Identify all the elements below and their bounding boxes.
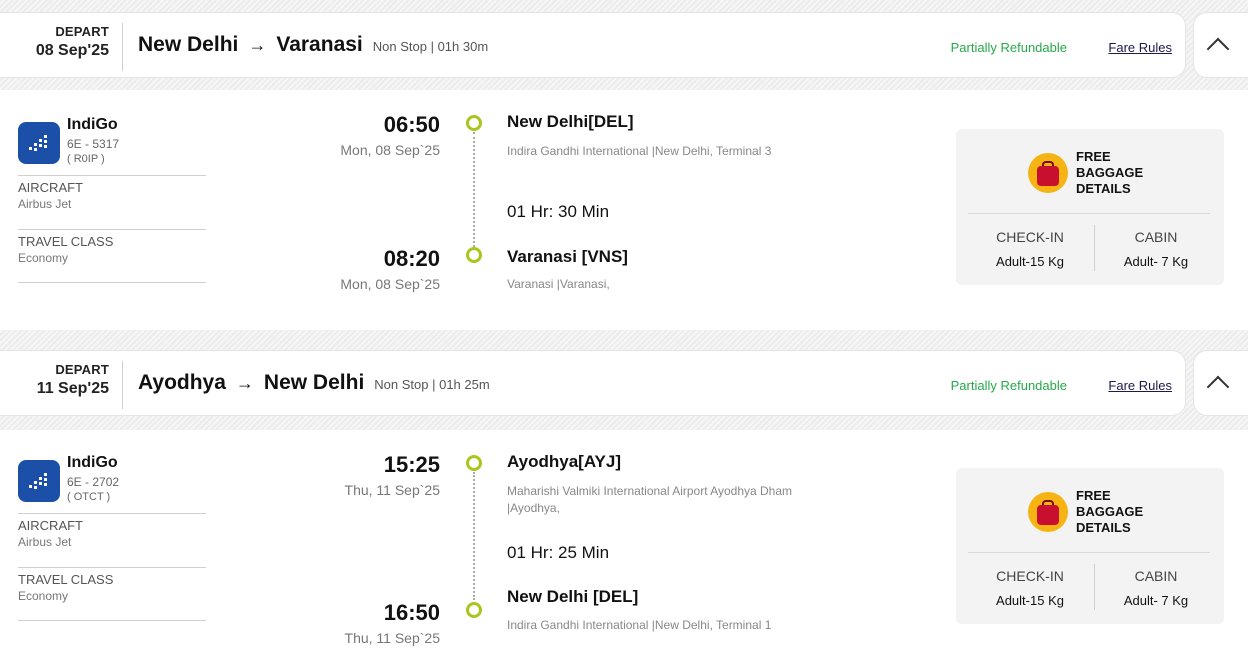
departure-dot-icon bbox=[466, 115, 482, 131]
arrival-airport: Varanasi |Varanasi, bbox=[507, 277, 610, 291]
aircraft-label: AIRCRAFT bbox=[18, 180, 83, 195]
checkin-baggage: CHECK-IN Adult-15 Kg bbox=[970, 568, 1090, 608]
depart-label: DEPART bbox=[55, 24, 109, 39]
departure-time: 06:50 bbox=[383, 112, 440, 137]
aircraft-value: Airbus Jet bbox=[18, 197, 72, 211]
cabin-label: CABIN bbox=[1134, 229, 1178, 245]
travel-class-value: Economy bbox=[18, 251, 69, 265]
refund-status: Partially Refundable bbox=[950, 40, 1067, 55]
route-title: New Delhi → Varanasi Non Stop | 01h 30m bbox=[138, 33, 488, 57]
segment-header: DEPART 11 Sep'25 Ayodhya → New Delhi Non… bbox=[0, 350, 1186, 416]
departure-date: Mon, 08 Sep`25 bbox=[340, 142, 440, 158]
from-city: Ayodhya bbox=[138, 371, 226, 394]
travel-class-info: TRAVEL CLASS Economy bbox=[18, 567, 206, 621]
departure-place: New Delhi[DEL] bbox=[507, 112, 634, 131]
departure-time: 15:25 bbox=[383, 452, 440, 477]
airline-name: IndiGo bbox=[67, 116, 118, 133]
airline-name: IndiGo bbox=[67, 454, 118, 471]
indigo-logo-icon bbox=[18, 122, 60, 164]
divider bbox=[1094, 225, 1095, 271]
from-city: New Delhi bbox=[138, 33, 239, 56]
collapse-button[interactable] bbox=[1193, 12, 1248, 78]
departure-place: Ayodhya[AYJ] bbox=[507, 452, 621, 471]
timeline-connector bbox=[473, 132, 475, 247]
fare-code: ( R0IP ) bbox=[67, 153, 105, 165]
divider bbox=[1094, 564, 1095, 610]
divider bbox=[968, 552, 1210, 553]
flight-segment-1: DEPART 08 Sep'25 New Delhi → Varanasi No… bbox=[0, 0, 1248, 340]
travel-class-info: TRAVEL CLASS Economy bbox=[18, 229, 206, 283]
baggage-title: FREE BAGGAGE DETAILS bbox=[1076, 149, 1144, 196]
arrival-place: New Delhi [DEL] bbox=[507, 587, 639, 606]
fare-code: ( OTCT ) bbox=[67, 491, 111, 503]
baggage-card: FREE BAGGAGE DETAILS CHECK-IN Adult-15 K… bbox=[956, 468, 1224, 624]
segment-details: IndiGo 6E - 2702 ( OTCT ) AIRCRAFT Airbu… bbox=[0, 430, 1248, 662]
route-meta: Non Stop | 01h 30m bbox=[372, 39, 489, 54]
refund-status: Partially Refundable bbox=[950, 378, 1067, 393]
departure-airport: Maharishi Valmiki International Airport … bbox=[507, 484, 793, 515]
departure-date: Thu, 11 Sep`25 bbox=[344, 482, 440, 498]
aircraft-label: AIRCRAFT bbox=[18, 518, 83, 533]
checkin-value: Adult-15 Kg bbox=[996, 593, 1064, 608]
luggage-icon bbox=[1028, 492, 1068, 532]
collapse-button[interactable] bbox=[1193, 350, 1248, 416]
depart-date: 08 Sep'25 bbox=[35, 42, 109, 59]
chevron-up-icon bbox=[1206, 37, 1230, 61]
arrival-airport: Indira Gandhi International |New Delhi, … bbox=[507, 618, 772, 632]
aircraft-info: AIRCRAFT Airbus Jet bbox=[18, 175, 206, 211]
depart-date: 11 Sep'25 bbox=[36, 380, 109, 397]
flight-segment-2: DEPART 11 Sep'25 Ayodhya → New Delhi Non… bbox=[0, 338, 1248, 662]
checkin-label: CHECK-IN bbox=[996, 568, 1064, 584]
checkin-value: Adult-15 Kg bbox=[996, 254, 1064, 269]
checkin-baggage: CHECK-IN Adult-15 Kg bbox=[970, 229, 1090, 269]
to-city: Varanasi bbox=[276, 33, 363, 56]
fare-rules-link[interactable]: Fare Rules bbox=[1108, 40, 1172, 55]
aircraft-info: AIRCRAFT Airbus Jet bbox=[18, 513, 206, 549]
arrival-date: Thu, 11 Sep`25 bbox=[344, 630, 440, 646]
travel-class-label: TRAVEL CLASS bbox=[18, 572, 114, 587]
arrow-right-icon: → bbox=[248, 35, 267, 55]
segment-details: IndiGo 6E - 5317 ( R0IP ) AIRCRAFT Airbu… bbox=[0, 90, 1248, 330]
flight-duration: 01 Hr: 25 Min bbox=[507, 543, 610, 562]
route-meta: Non Stop | 01h 25m bbox=[374, 377, 490, 392]
departure-airport: Indira Gandhi International |New Delhi, … bbox=[507, 144, 772, 158]
flight-number: 6E - 2702 bbox=[67, 475, 120, 489]
flight-number: 6E - 5317 bbox=[67, 137, 120, 151]
departure-dot-icon bbox=[466, 455, 482, 471]
to-city: New Delhi bbox=[263, 371, 365, 394]
flight-duration: 01 Hr: 30 Min bbox=[507, 202, 610, 221]
checkin-label: CHECK-IN bbox=[996, 229, 1064, 245]
arrival-time: 08:20 bbox=[383, 246, 440, 271]
arrival-date: Mon, 08 Sep`25 bbox=[340, 276, 440, 292]
arrival-dot-icon bbox=[466, 602, 482, 618]
cabin-baggage: CABIN Adult- 7 Kg bbox=[1096, 229, 1216, 269]
depart-box: DEPART 11 Sep'25 bbox=[0, 361, 123, 409]
arrival-dot-icon bbox=[466, 247, 482, 263]
depart-label: DEPART bbox=[55, 362, 109, 377]
travel-class-value: Economy bbox=[18, 589, 69, 603]
arrival-time: 16:50 bbox=[383, 600, 440, 625]
divider bbox=[968, 213, 1210, 214]
arrow-right-icon: → bbox=[235, 373, 254, 393]
travel-class-label: TRAVEL CLASS bbox=[18, 234, 114, 249]
baggage-card: FREE BAGGAGE DETAILS CHECK-IN Adult-15 K… bbox=[956, 129, 1224, 285]
depart-box: DEPART 08 Sep'25 bbox=[0, 23, 123, 71]
cabin-label: CABIN bbox=[1134, 568, 1178, 584]
segment-header: DEPART 08 Sep'25 New Delhi → Varanasi No… bbox=[0, 12, 1186, 78]
arrival-place: Varanasi [VNS] bbox=[507, 247, 628, 266]
fare-rules-link[interactable]: Fare Rules bbox=[1108, 378, 1172, 393]
route-title: Ayodhya → New Delhi Non Stop | 01h 25m bbox=[138, 371, 490, 395]
baggage-title: FREE BAGGAGE DETAILS bbox=[1076, 488, 1144, 535]
aircraft-value: Airbus Jet bbox=[18, 535, 72, 549]
cabin-value: Adult- 7 Kg bbox=[1123, 254, 1189, 269]
chevron-up-icon bbox=[1206, 375, 1230, 399]
indigo-logo-icon bbox=[18, 460, 60, 502]
cabin-value: Adult- 7 Kg bbox=[1123, 593, 1189, 608]
cabin-baggage: CABIN Adult- 7 Kg bbox=[1096, 568, 1216, 608]
luggage-icon bbox=[1028, 153, 1068, 193]
timeline-connector bbox=[473, 472, 475, 600]
